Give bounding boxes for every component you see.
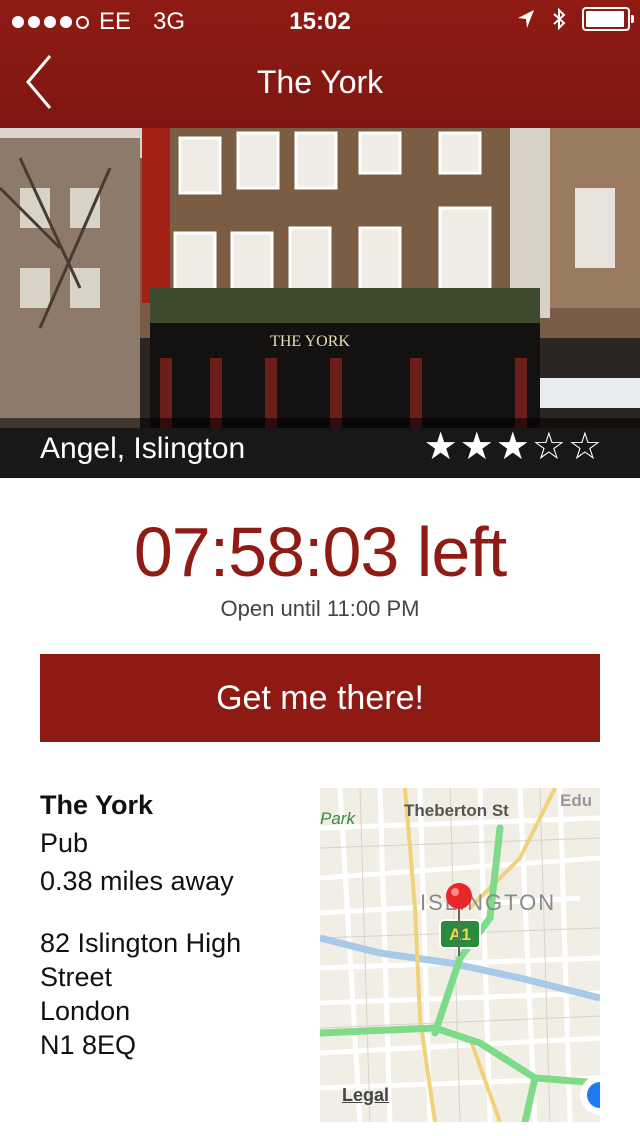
bluetooth-icon: [553, 7, 566, 31]
opening-hours: Open until 11:00 PM: [220, 596, 420, 621]
address-line: N1 8EQ: [40, 1030, 137, 1060]
venue-type: Pub: [40, 828, 89, 858]
address-line: London: [40, 996, 131, 1026]
address-line: 82 Islington High: [40, 928, 242, 958]
location-arrow-icon: [518, 10, 534, 28]
location-label: Angel, Islington: [40, 432, 246, 465]
star-empty-icon: ☆: [567, 426, 602, 468]
star-filled-icon: ★: [495, 426, 530, 468]
top-bar: EE 3G 15:02 The York: [0, 0, 640, 128]
map-label-street: Theberton St: [404, 801, 509, 820]
photo-caption: Angel, Islington ★ ★ ★ ☆ ☆: [0, 418, 640, 478]
star-rating: ★ ★ ★ ☆ ☆: [424, 428, 602, 466]
star-filled-icon: ★: [459, 426, 494, 468]
star-filled-icon: ★: [423, 426, 458, 468]
pub-sign-text: THE YORK: [270, 333, 350, 350]
venue-distance: 0.38 miles away: [40, 866, 234, 896]
battery-icon: [582, 7, 634, 31]
status-bar: EE 3G 15:02: [0, 0, 640, 40]
time-left-countdown: 07:58:03 left: [133, 513, 507, 591]
nav-bar: The York: [0, 40, 640, 128]
map-label-edu: Edu: [560, 791, 592, 810]
get-me-there-button[interactable]: Get me there!: [40, 654, 600, 742]
map-label-park: Park: [320, 809, 356, 828]
map-legal-link[interactable]: Legal: [342, 1085, 389, 1106]
page-title: The York: [256, 64, 384, 100]
map-label-area: ISLINGTON: [420, 890, 556, 915]
venue-photo: THE YORK Angel, Islington ★ ★ ★ ☆ ☆: [0, 128, 640, 478]
venue-name: The York: [40, 790, 154, 820]
location-map[interactable]: Park Theberton St Edu ISLINGTON A1 Legal: [320, 788, 600, 1122]
address-line: Street: [40, 962, 113, 992]
venue-address: 82 Islington High Street London N1 8EQ: [40, 926, 300, 1062]
venue-details: The York Pub 0.38 miles away 82 Islingto…: [40, 786, 300, 1062]
star-empty-icon: ☆: [531, 426, 566, 468]
